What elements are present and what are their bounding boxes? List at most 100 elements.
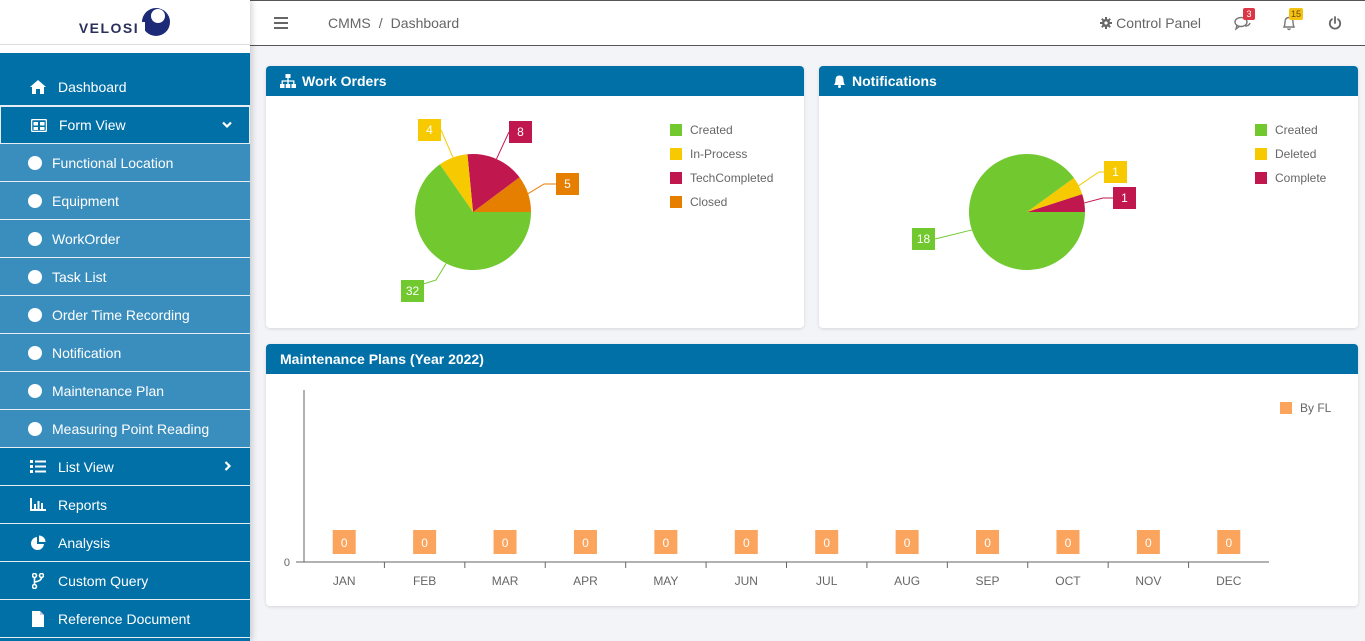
pie-data-label: 4 [426,123,433,137]
pie-chart-icon [30,535,46,551]
breadcrumb-root[interactable]: CMMS [328,15,371,31]
x-tick-label: MAY [653,574,678,588]
notifications-button[interactable]: 15 [1279,8,1304,33]
circle-icon [28,307,42,322]
sidebar-item-workorder[interactable]: WorkOrder [0,220,250,258]
x-tick-label: OCT [1055,574,1081,588]
file-icon [30,610,46,627]
sidebar-item-measuring-point-reading[interactable]: Measuring Point Reading [0,410,250,448]
legend-swatch [670,124,682,136]
sidebar-item-functional-location[interactable]: Functional Location [0,144,250,182]
sidebar-item-notification[interactable]: Notification [0,334,250,372]
sitemap-icon [280,74,296,88]
pie-data-label: 18 [917,232,931,246]
legend-item[interactable]: Complete [1255,166,1326,190]
circle-icon [28,269,42,284]
sidebar-item-form-view[interactable]: Form View [0,106,250,144]
sidebar-item-label: Equipment [52,192,119,209]
x-tick-label: JUN [735,574,758,588]
x-tick-label: NOV [1135,574,1161,588]
notifications-title: Notifications [852,73,937,89]
bar-data-label: 0 [582,536,589,550]
logout-button[interactable] [1325,13,1345,33]
list-icon [30,459,46,475]
work-orders-title: Work Orders [302,73,387,89]
sidebar: VELOSI Dashboard Form View Functional Loca… [0,0,250,641]
control-panel-label: Control Panel [1116,15,1201,31]
legend-label: Deleted [1275,147,1317,161]
sidebar-item-label: Analysis [58,534,111,551]
gear-icon [1100,17,1113,29]
legend-swatch [1280,402,1292,414]
circle-icon [28,345,42,360]
legend-item[interactable]: Deleted [1255,142,1326,166]
bell-icon [834,75,845,88]
sidebar-item-list-view[interactable]: List View [0,448,250,486]
sidebar-item-maintenance-plan[interactable]: Maintenance Plan [0,372,250,410]
sidebar-item-reports[interactable]: Reports [0,486,250,524]
pie-slice-created[interactable] [969,153,1085,270]
sidebar-item-equipment[interactable]: Equipment [0,182,250,220]
x-tick-label: DEC [1216,574,1242,588]
bar-data-label: 0 [1065,536,1072,550]
topbar: CMMS / Dashboard Control Panel 3 15 [250,0,1365,46]
pie-label-connector [1084,197,1113,204]
legend-item[interactable]: By FL [1280,396,1331,420]
code-branch-icon [30,572,46,589]
sidebar-item-label: List View [58,458,114,475]
sidebar-item-custom-query[interactable]: Custom Query [0,562,250,600]
legend-swatch [670,196,682,208]
sidebar-item-label: Form View [59,117,126,133]
power-icon [1328,16,1342,30]
logo-globe-icon [141,8,171,40]
breadcrumb-separator: / [378,15,383,31]
pie-label-connector [440,129,454,158]
x-tick-label: JAN [333,574,356,588]
notifications-legend: Created Deleted Complete [1255,118,1326,190]
bar-data-label: 0 [743,536,750,550]
notifications-card: Notifications 18 1 1 Created Deleted Complet… [819,66,1358,328]
pie-data-label: 8 [517,125,524,139]
work-orders-card: Work Orders 32 4 8 5 Created In-Process TechC… [266,66,804,328]
legend-swatch [670,172,682,184]
logo[interactable]: VELOSI [0,0,250,45]
legend-label: Closed [690,195,728,209]
work-orders-header: Work Orders [266,66,804,96]
legend-item[interactable]: Created [670,118,773,142]
sidebar-item-dashboard[interactable]: Dashboard [0,68,250,106]
sidebar-item-task-list[interactable]: Task List [0,258,250,296]
pie-label-connector [496,131,510,160]
bar-data-label: 0 [904,536,911,550]
control-panel-button[interactable]: Control Panel [1100,15,1201,31]
sidebar-item-analysis[interactable]: Analysis [0,524,250,562]
maintenance-plans-card: Maintenance Plans (Year 2022) 0 JAN 0 FEB 0 M… [266,344,1358,606]
legend-item[interactable]: TechCompleted [670,166,773,190]
sidebar-item-order-time-recording[interactable]: Order Time Recording [0,296,250,334]
sidebar-item-label: Reports [58,496,108,513]
legend-item[interactable]: Created [1255,118,1326,142]
messages-button[interactable]: 3 [1233,8,1255,33]
circle-icon [28,231,42,246]
legend-item[interactable]: In-Process [670,142,773,166]
sidebar-item-reference-document[interactable]: Reference Document [0,600,250,638]
bar-data-label: 0 [341,536,348,550]
pie-data-label: 1 [1121,191,1128,205]
legend-label: Created [1275,123,1318,137]
maintenance-plans-legend: By FL [1280,396,1331,420]
sidebar-item-label: Dashboard [58,78,127,95]
maintenance-plans-title: Maintenance Plans (Year 2022) [280,351,484,367]
messages-badge: 3 [1243,8,1255,20]
circle-icon [28,383,42,398]
breadcrumb: CMMS / Dashboard [328,15,459,31]
menu-toggle-icon[interactable] [274,17,288,29]
home-icon [30,79,46,95]
bar-data-label: 0 [421,536,428,550]
legend-item[interactable]: Closed [670,190,773,214]
legend-label: Complete [1275,171,1327,185]
notifications-badge: 15 [1289,8,1304,20]
bar-data-label: 0 [502,536,509,550]
sidebar-item-label: Order Time Recording [52,306,190,323]
legend-label: By FL [1300,401,1332,415]
sidebar-item-label: Notification [52,344,122,361]
x-tick-label: JUL [816,574,838,588]
